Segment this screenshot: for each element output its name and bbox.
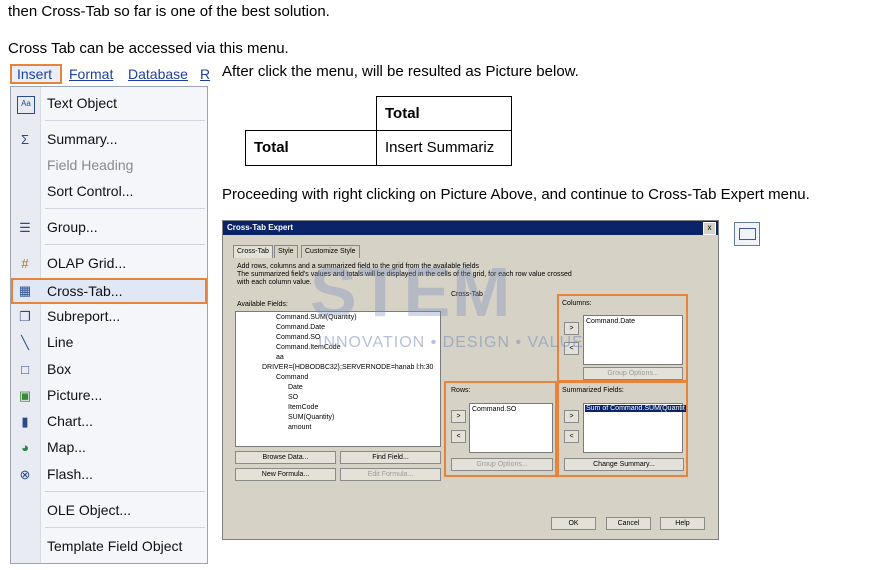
menu-separator <box>45 208 205 209</box>
menu-item-line[interactable]: ╲ Line <box>11 331 207 355</box>
group-icon: ☰ <box>19 220 31 235</box>
menu-separator <box>45 244 205 245</box>
rows-remove-button[interactable]: < <box>451 430 466 443</box>
chart-icon: ▮ <box>21 414 29 429</box>
cross-tab-icon: ▦ <box>18 283 32 298</box>
field-item[interactable]: Date <box>288 384 303 391</box>
rows-label: Rows: <box>451 387 471 394</box>
tab-cross-tab[interactable]: Cross-Tab <box>233 245 273 258</box>
text-object-icon: Aa <box>17 96 35 114</box>
olap-grid-icon: # <box>21 256 29 271</box>
doc-line-4: Proceeding with right clicking on Pictur… <box>222 186 810 203</box>
menu-item-map[interactable]: ◕ Map... <box>11 436 207 460</box>
field-item[interactable]: ItemCode <box>288 404 318 411</box>
field-item[interactable]: aa <box>276 354 284 361</box>
change-summary-button[interactable]: Change Summary... <box>564 458 684 471</box>
field-item[interactable]: Command.SO <box>276 334 320 341</box>
line-icon: ╲ <box>21 335 29 350</box>
layout-options-icon[interactable] <box>734 222 760 246</box>
flash-icon: ⊗ <box>19 467 31 482</box>
menu-item-sort-control[interactable]: Sort Control... <box>11 180 207 204</box>
close-icon[interactable]: x <box>703 222 716 235</box>
edit-formula-button: Edit Formula... <box>340 468 441 481</box>
menu-format[interactable]: Format <box>69 66 113 82</box>
field-item[interactable]: DRIVER={HDBODBC32};SERVERNODE=hanab l:h:… <box>262 364 433 371</box>
menu-item-template-field-object[interactable]: Template Field Object <box>11 535 207 559</box>
doc-line-2: Cross Tab can be accessed via this menu. <box>8 40 289 57</box>
available-fields-label: Available Fields: <box>237 301 288 308</box>
menu-bar: Insert Format Database R <box>10 64 210 86</box>
menu-item-subreport[interactable]: ❐ Subreport... <box>11 305 207 329</box>
field-item[interactable]: SO <box>288 394 298 401</box>
map-icon: ◕ <box>21 440 29 455</box>
ok-button[interactable]: OK <box>551 517 596 530</box>
dialog-desc-3: with each column value. <box>237 279 312 286</box>
preview-column-header[interactable]: Total <box>376 96 512 132</box>
rows-group-options-button: Group Options... <box>451 458 553 471</box>
menu-separator <box>45 491 205 492</box>
find-field-button[interactable]: Find Field... <box>340 451 441 464</box>
summarized-fields-label: Summarized Fields: <box>562 387 624 394</box>
menu-r[interactable]: R <box>200 66 210 82</box>
watermark-tagline: INNOVATION • DESIGN • VALUE <box>318 334 584 351</box>
summation-icon: Σ <box>20 132 30 147</box>
menu-item-box[interactable]: □ Box <box>11 358 207 382</box>
rows-item[interactable]: Command.SO <box>472 406 516 413</box>
menu-insert[interactable]: Insert <box>10 64 62 84</box>
field-item[interactable]: amount <box>288 424 311 431</box>
doc-line-1: then Cross-Tab so far is one of the best… <box>8 3 330 20</box>
tab-style[interactable]: Style <box>274 245 298 258</box>
picture-icon: ▣ <box>18 388 32 403</box>
rows-list[interactable]: Command.SO <box>469 403 553 453</box>
menu-item-ole-object[interactable]: OLE Object... <box>11 499 207 523</box>
field-item[interactable]: SUM(Quantity) <box>288 414 334 421</box>
summarized-item[interactable]: Sum of Command.SUM(Quantit <box>585 405 686 412</box>
preview-summary-cell[interactable]: Insert Summariz <box>376 130 512 166</box>
field-item[interactable]: Command <box>276 374 308 381</box>
doc-line-3: After click the menu, will be resulted a… <box>222 63 579 80</box>
menu-item-field-heading: Field Heading <box>47 157 134 173</box>
menu-database[interactable]: Database <box>128 66 188 82</box>
columns-label: Columns: <box>562 300 592 307</box>
summarized-add-button[interactable]: > <box>564 410 579 423</box>
menu-item-picture[interactable]: ▣ Picture... <box>11 384 207 408</box>
box-icon: □ <box>21 362 29 377</box>
columns-group-options-button: Group Options... <box>583 367 683 380</box>
summarized-fields-list[interactable]: Sum of Command.SUM(Quantit <box>583 403 686 453</box>
menu-item-cross-tab[interactable]: ▦ Cross-Tab... <box>11 278 207 304</box>
new-formula-button[interactable]: New Formula... <box>235 468 336 481</box>
layout-options-icon <box>739 228 756 240</box>
menu-item-summary[interactable]: Σ Summary... <box>11 128 207 152</box>
insert-dropdown: Aa Text Object Σ Summary... Field Headin… <box>10 86 208 564</box>
menu-item-text-object[interactable]: Aa Text Object <box>11 92 207 116</box>
menu-item-chart[interactable]: ▮ Chart... <box>11 410 207 434</box>
preview-row-header[interactable]: Total <box>245 130 378 166</box>
subreport-icon: ❐ <box>19 309 31 324</box>
dialog-title: Cross-Tab Expert <box>223 221 718 235</box>
watermark-logo: STEM <box>310 253 513 331</box>
help-button[interactable]: Help <box>660 517 705 530</box>
columns-list[interactable]: Command.Date <box>583 315 683 365</box>
menu-separator <box>45 120 205 121</box>
menu-item-olap-grid[interactable]: # OLAP Grid... <box>11 252 207 276</box>
columns-item[interactable]: Command.Date <box>586 318 635 325</box>
summarized-remove-button[interactable]: < <box>564 430 579 443</box>
menu-item-group[interactable]: ☰ Group... <box>11 216 207 240</box>
menu-separator <box>45 527 205 528</box>
menu-item-flash[interactable]: ⊗ Flash... <box>11 463 207 487</box>
browse-data-button[interactable]: Browse Data... <box>235 451 336 464</box>
rows-add-button[interactable]: > <box>451 410 466 423</box>
cancel-button[interactable]: Cancel <box>606 517 651 530</box>
